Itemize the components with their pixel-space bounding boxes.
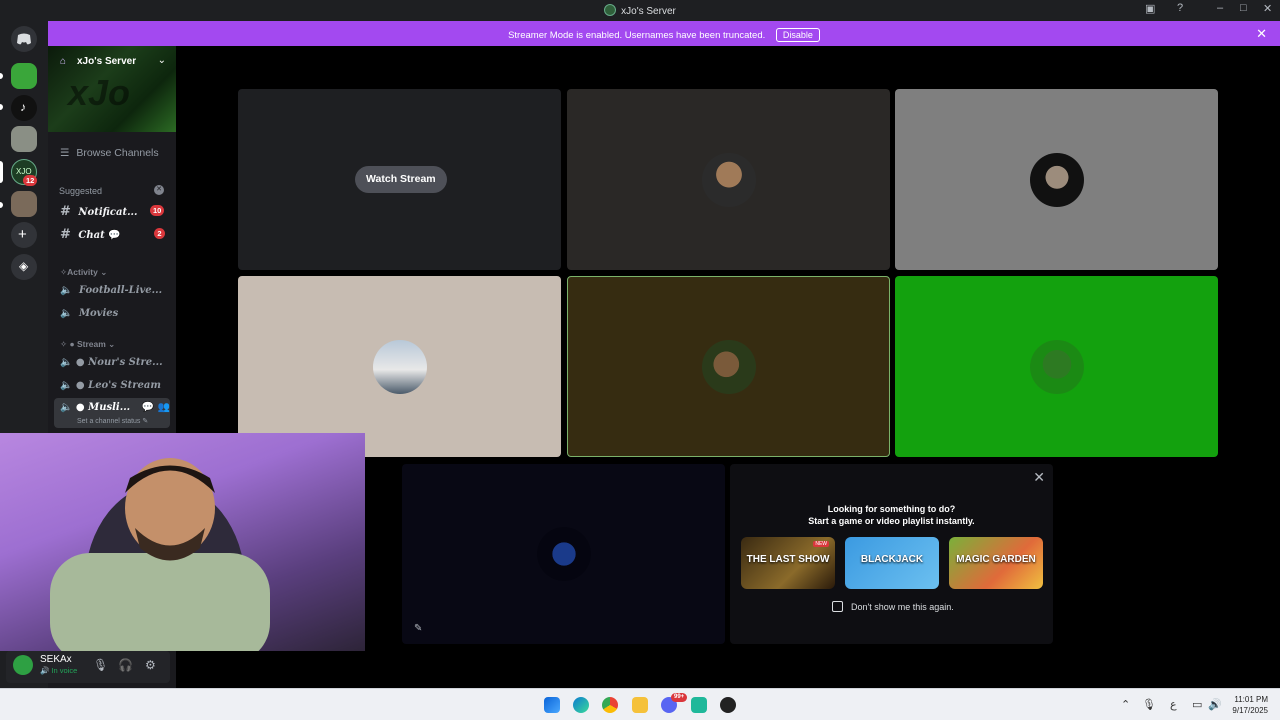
start-icon[interactable] bbox=[544, 697, 560, 713]
server-icon bbox=[604, 4, 617, 16]
participant-tile-speaking[interactable] bbox=[567, 276, 890, 457]
notifications-badge: 10 bbox=[150, 205, 165, 216]
new-tag: NEW bbox=[813, 541, 829, 547]
channel-leos-stream[interactable]: 🔈 ● Leo's Stream bbox=[60, 380, 161, 391]
muted-mic-icon: ✎ bbox=[414, 623, 423, 634]
category-stream[interactable]: ✧ ● Stream ⌄ bbox=[60, 339, 115, 350]
webcam-overlay bbox=[0, 433, 365, 651]
dismiss-suggested-icon[interactable]: ✕ bbox=[154, 185, 164, 195]
close-banner-icon[interactable]: ✕ bbox=[1256, 26, 1267, 42]
server-banner-watermark: xJo bbox=[68, 72, 131, 113]
speaker-icon: 🔈 bbox=[60, 285, 73, 296]
channel-notifications[interactable]: # Notificat... bbox=[60, 204, 138, 219]
participant-avatar bbox=[372, 339, 427, 394]
input-language[interactable]: ع bbox=[1170, 698, 1177, 711]
participant-avatar bbox=[701, 339, 756, 394]
server-icon-1[interactable] bbox=[11, 63, 37, 89]
server-icon-3[interactable] bbox=[11, 191, 37, 217]
microphone-icon[interactable]: 🎙 bbox=[93, 658, 108, 672]
participant-avatar bbox=[701, 152, 756, 207]
participant-tile-sonic[interactable]: ✎ bbox=[402, 464, 725, 644]
discover-icon[interactable]: ◈ bbox=[11, 254, 37, 280]
add-server-icon[interactable]: + bbox=[11, 222, 37, 248]
discord-taskbar-badge: 99+ bbox=[671, 693, 688, 702]
participant-avatar bbox=[536, 527, 591, 581]
channel-football-live[interactable]: 🔈 Football-Live... bbox=[60, 285, 162, 296]
game-card-magic-garden[interactable]: MAGIC GARDEN bbox=[949, 537, 1043, 589]
server-icon-2[interactable] bbox=[11, 126, 37, 152]
channel-musli[interactable]: 🔈 ● Musli... 💬 👥 bbox=[60, 402, 170, 413]
server-name: xJo's Server bbox=[77, 56, 137, 67]
close-window-button[interactable]: ✕ bbox=[1263, 2, 1272, 15]
window-titlebar: xJo's Server ▣ ? – □ ✕ bbox=[0, 0, 1280, 21]
streamer-mode-banner: Streamer Mode is enabled. Usernames have… bbox=[48, 21, 1280, 46]
chevron-down-icon[interactable]: ⌄ bbox=[158, 55, 166, 66]
speaker-icon: 🔈 bbox=[60, 308, 73, 319]
user-panel: SEKAx 🔊 In voice 🎙 🎧 ⚙ bbox=[6, 651, 170, 683]
invite-icon[interactable]: 👥 bbox=[158, 402, 170, 413]
participant-tile-green[interactable] bbox=[895, 276, 1218, 457]
tray-chevron-icon[interactable]: ⌃ bbox=[1121, 698, 1130, 711]
participant-avatar bbox=[1029, 339, 1084, 394]
edge-icon[interactable] bbox=[573, 697, 589, 713]
activity-promo: ✕ Looking for something to do? Start a g… bbox=[730, 464, 1053, 644]
participant-tile-2[interactable] bbox=[895, 89, 1218, 270]
tray-mic-icon[interactable]: 🎙 bbox=[1142, 698, 1156, 711]
webcam-person-image bbox=[50, 458, 270, 651]
channel-status-hint[interactable]: Set a channel status ✎ bbox=[77, 417, 148, 425]
participant-tile-3[interactable] bbox=[238, 276, 561, 457]
windows-taskbar: 99+ ⌃ 🎙 ع ▭ 🔊 11:01 PM 9/17/2025 bbox=[0, 688, 1280, 720]
speaker-icon: 🔈 bbox=[60, 357, 73, 368]
window-title: xJo's Server bbox=[621, 6, 676, 17]
close-promo-icon[interactable]: ✕ bbox=[1033, 469, 1045, 486]
speaker-icon: 🔈 bbox=[60, 380, 73, 391]
avatar[interactable] bbox=[13, 655, 33, 675]
browse-channels-icon: ☰ bbox=[60, 147, 70, 159]
hashtag-icon: # bbox=[60, 204, 71, 219]
hashtag-icon: # bbox=[60, 227, 71, 242]
category-activity[interactable]: ✧Activity ⌄ bbox=[60, 267, 107, 278]
speaker-icon: 🔈 bbox=[60, 402, 73, 413]
speech-bubble-icon: 💬 bbox=[108, 230, 121, 241]
dont-show-checkbox[interactable] bbox=[832, 601, 843, 612]
dont-show-label: Don't show me this again. bbox=[851, 602, 954, 612]
voice-status: 🔊 In voice bbox=[40, 666, 78, 675]
banner-message: Streamer Mode is enabled. Usernames have… bbox=[508, 30, 766, 41]
volume-icon[interactable]: 🔊 bbox=[1208, 698, 1222, 711]
server-home-icon: ⌂ bbox=[60, 56, 67, 67]
server-icon-tiktok[interactable]: ♪ bbox=[11, 95, 37, 121]
suggested-label: Suggested bbox=[59, 186, 103, 196]
server-header[interactable]: xJo ⌂ xJo's Server ⌄ bbox=[48, 46, 176, 132]
chat-icon[interactable]: 💬 bbox=[142, 402, 154, 413]
app-icon-dark[interactable] bbox=[720, 697, 736, 713]
disable-streamer-mode-button[interactable]: Disable bbox=[775, 28, 820, 42]
minimize-button[interactable]: – bbox=[1217, 2, 1223, 14]
channel-chat[interactable]: # Chat 💬 bbox=[60, 227, 121, 242]
maximize-button[interactable]: □ bbox=[1240, 2, 1247, 14]
inbox-icon[interactable]: ▣ bbox=[1145, 2, 1155, 15]
chrome-icon[interactable] bbox=[602, 697, 618, 713]
chat-badge: 2 bbox=[154, 228, 165, 239]
participant-avatar bbox=[1029, 152, 1084, 207]
file-explorer-icon[interactable] bbox=[632, 697, 648, 713]
browse-channels-item[interactable]: ☰ Browse Channels bbox=[60, 147, 159, 159]
watch-stream-button[interactable]: Watch Stream bbox=[355, 166, 447, 193]
help-icon[interactable]: ? bbox=[1177, 2, 1183, 14]
headphones-icon[interactable]: 🎧 bbox=[118, 658, 133, 672]
promo-subtitle: Start a game or video playlist instantly… bbox=[808, 516, 975, 526]
participant-tile-1[interactable] bbox=[567, 89, 890, 270]
system-clock[interactable]: 11:01 PM 9/17/2025 bbox=[1232, 694, 1268, 716]
network-icon[interactable]: ▭ bbox=[1192, 698, 1202, 711]
game-card-blackjack[interactable]: BLACKJACK bbox=[845, 537, 939, 589]
channel-nours-stream[interactable]: 🔈 ● Nour's Stre... bbox=[60, 357, 163, 368]
game-card-last-show[interactable]: THE LAST SHOW NEW bbox=[741, 537, 835, 589]
app-icon-green[interactable] bbox=[691, 697, 707, 713]
stream-tile[interactable]: Watch Stream bbox=[238, 89, 561, 270]
discord-home-icon[interactable] bbox=[11, 26, 37, 52]
gear-icon[interactable]: ⚙ bbox=[145, 658, 156, 672]
dm-badge: 12 bbox=[23, 175, 38, 186]
promo-title: Looking for something to do? bbox=[827, 504, 956, 514]
channel-movies[interactable]: 🔈 Movies bbox=[60, 308, 118, 319]
username: SEKAx bbox=[40, 654, 72, 665]
